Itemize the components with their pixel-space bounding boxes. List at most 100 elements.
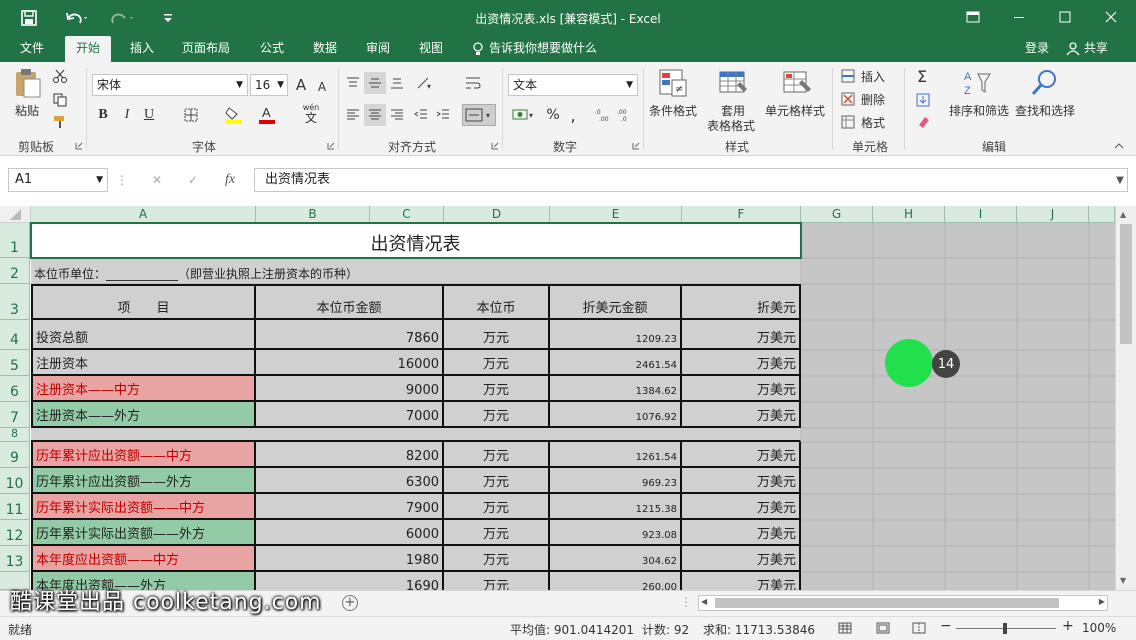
format-as-table-label-2[interactable]: 表格格式 xyxy=(700,117,762,134)
unit-cell[interactable]: 万元 xyxy=(444,546,550,572)
usd-cell[interactable]: 969.23 xyxy=(550,468,682,494)
tab-home[interactable]: 开始 xyxy=(65,36,112,62)
usd-unit-cell[interactable]: 万美元 xyxy=(682,402,801,428)
vertical-scrollbar[interactable]: ▲ ▼ xyxy=(1115,206,1136,590)
normal-view-icon[interactable] xyxy=(838,622,852,637)
fill-color-icon[interactable] xyxy=(224,104,244,126)
sheet-title-cell[interactable]: 出资情况表 xyxy=(31,223,801,258)
find-select-icon[interactable] xyxy=(1030,68,1060,98)
merge-center-icon[interactable]: ▾ xyxy=(462,104,496,126)
wrap-text-icon[interactable] xyxy=(462,72,484,94)
tab-view[interactable]: 视图 xyxy=(419,36,443,62)
item-cell[interactable]: 注册资本 xyxy=(31,350,256,376)
row-header-10[interactable]: 10 xyxy=(0,468,30,494)
align-left-icon[interactable] xyxy=(344,106,362,124)
column-header-c[interactable]: C xyxy=(370,206,444,223)
paste-button[interactable]: 粘贴 xyxy=(12,102,42,119)
borders-icon[interactable] xyxy=(182,106,200,124)
amount-cell[interactable]: 7900 xyxy=(256,494,444,520)
tab-insert[interactable]: 插入 xyxy=(130,36,154,62)
sign-in-link[interactable]: 登录 xyxy=(1025,36,1049,62)
scroll-left-icon[interactable]: ◀ xyxy=(701,597,707,606)
column-header-j[interactable]: J xyxy=(1017,206,1089,223)
usd-unit-cell[interactable]: 万美元 xyxy=(682,350,801,376)
header-item-cell[interactable]: 项 目 xyxy=(31,284,256,320)
copy-icon[interactable] xyxy=(52,92,68,108)
usd-cell[interactable]: 1076.92 xyxy=(550,402,682,428)
usd-cell[interactable]: 1384.62 xyxy=(550,376,682,402)
row-header-5[interactable]: 5 xyxy=(0,350,30,376)
accounting-format-icon[interactable]: ▾ xyxy=(510,106,538,124)
item-cell[interactable]: 历年累计应出资额——外方 xyxy=(31,468,256,494)
row-header-3[interactable]: 3 xyxy=(0,284,30,320)
enter-icon[interactable]: ✓ xyxy=(184,172,202,188)
usd-unit-cell[interactable]: 万美元 xyxy=(682,376,801,402)
amount-cell[interactable]: 16000 xyxy=(256,350,444,376)
row-header-2[interactable]: 2 xyxy=(0,258,30,284)
amount-cell[interactable]: 6000 xyxy=(256,520,444,546)
align-top-icon[interactable] xyxy=(344,74,362,92)
amount-cell[interactable]: 1980 xyxy=(256,546,444,572)
decrease-indent-icon[interactable] xyxy=(412,106,430,124)
scroll-down-icon[interactable]: ▼ xyxy=(1120,576,1126,585)
italic-button[interactable]: I xyxy=(118,104,136,126)
tab-page-layout[interactable]: 页面布局 xyxy=(182,36,230,62)
zoom-in-button[interactable]: + xyxy=(1062,618,1074,634)
usd-cell[interactable]: 1261.54 xyxy=(550,442,682,468)
row-header-6[interactable]: 6 xyxy=(0,376,30,402)
scroll-right-icon[interactable]: ▶ xyxy=(1099,597,1105,606)
item-cell[interactable]: 历年累计实际出资额——外方 xyxy=(31,520,256,546)
column-header-e[interactable]: E xyxy=(550,206,682,223)
row-header-13[interactable]: 13 xyxy=(0,546,30,572)
horizontal-scrollbar[interactable]: ◀ ▶ xyxy=(698,595,1108,611)
unit-cell[interactable]: 万元 xyxy=(444,442,550,468)
worksheet-grid[interactable]: A B C D E F G H I J 1 2 3 4 5 6 7 8 9 10… xyxy=(0,206,1136,590)
header-usd-cell[interactable]: 折美元金额 xyxy=(550,284,682,320)
cancel-icon[interactable]: ✕ xyxy=(148,172,166,188)
usd-cell[interactable]: 1215.38 xyxy=(550,494,682,520)
clipboard-launcher-icon[interactable] xyxy=(74,142,84,150)
align-center-icon[interactable] xyxy=(364,104,386,126)
tab-review[interactable]: 审阅 xyxy=(366,36,390,62)
insert-cells-icon[interactable] xyxy=(840,68,856,84)
comma-button[interactable]: , xyxy=(566,104,580,126)
decrease-decimal-icon[interactable]: .00.0 xyxy=(616,106,636,124)
increase-indent-icon[interactable] xyxy=(434,106,452,124)
row-header-1[interactable]: 1 xyxy=(0,223,30,258)
usd-cell[interactable]: 260.00 xyxy=(550,572,682,590)
delete-cells-icon[interactable] xyxy=(840,91,856,107)
amount-cell[interactable]: 9000 xyxy=(256,376,444,402)
amount-cell[interactable]: 7000 xyxy=(256,402,444,428)
insert-function-button[interactable]: fx xyxy=(220,171,240,189)
conditional-formatting-icon[interactable]: ≠ xyxy=(658,68,688,98)
zoom-slider-thumb[interactable] xyxy=(1003,623,1007,634)
usd-unit-cell[interactable]: 万美元 xyxy=(682,572,801,590)
column-header-f[interactable]: F xyxy=(682,206,801,223)
increase-decimal-icon[interactable]: .0.00 xyxy=(594,106,614,124)
unit-cell[interactable]: 万元 xyxy=(444,350,550,376)
amount-cell[interactable]: 6300 xyxy=(256,468,444,494)
ribbon-display-options-icon[interactable] xyxy=(950,0,996,34)
conditional-formatting-button[interactable]: 条件格式 xyxy=(646,102,700,119)
cell-styles-button[interactable]: 单元格样式 xyxy=(762,102,828,119)
formula-input[interactable]: 出资情况表 xyxy=(254,168,1128,192)
alignment-launcher-icon[interactable] xyxy=(490,142,500,150)
maximize-button[interactable] xyxy=(1042,0,1088,34)
sort-filter-icon[interactable]: AZ xyxy=(962,68,992,98)
percent-button[interactable]: % xyxy=(544,104,562,126)
unit-cell[interactable]: 万元 xyxy=(444,376,550,402)
number-launcher-icon[interactable] xyxy=(631,142,641,150)
spacer-row[interactable] xyxy=(31,428,801,442)
row-header-9[interactable]: 9 xyxy=(0,442,30,468)
font-size-select[interactable]: 16 ▼ xyxy=(250,74,288,96)
select-all-corner[interactable] xyxy=(0,206,31,223)
column-header-d[interactable]: D xyxy=(444,206,550,223)
format-cells-button[interactable]: 格式 xyxy=(858,114,888,130)
name-box[interactable]: A1 ▼ xyxy=(8,168,108,192)
usd-cell[interactable]: 304.62 xyxy=(550,546,682,572)
cut-icon[interactable] xyxy=(52,68,68,84)
collapse-ribbon-icon[interactable] xyxy=(1112,140,1126,152)
usd-unit-cell[interactable]: 万美元 xyxy=(682,468,801,494)
header-amount-cell[interactable]: 本位币金额 xyxy=(256,284,444,320)
column-header-a[interactable]: A xyxy=(31,206,256,223)
